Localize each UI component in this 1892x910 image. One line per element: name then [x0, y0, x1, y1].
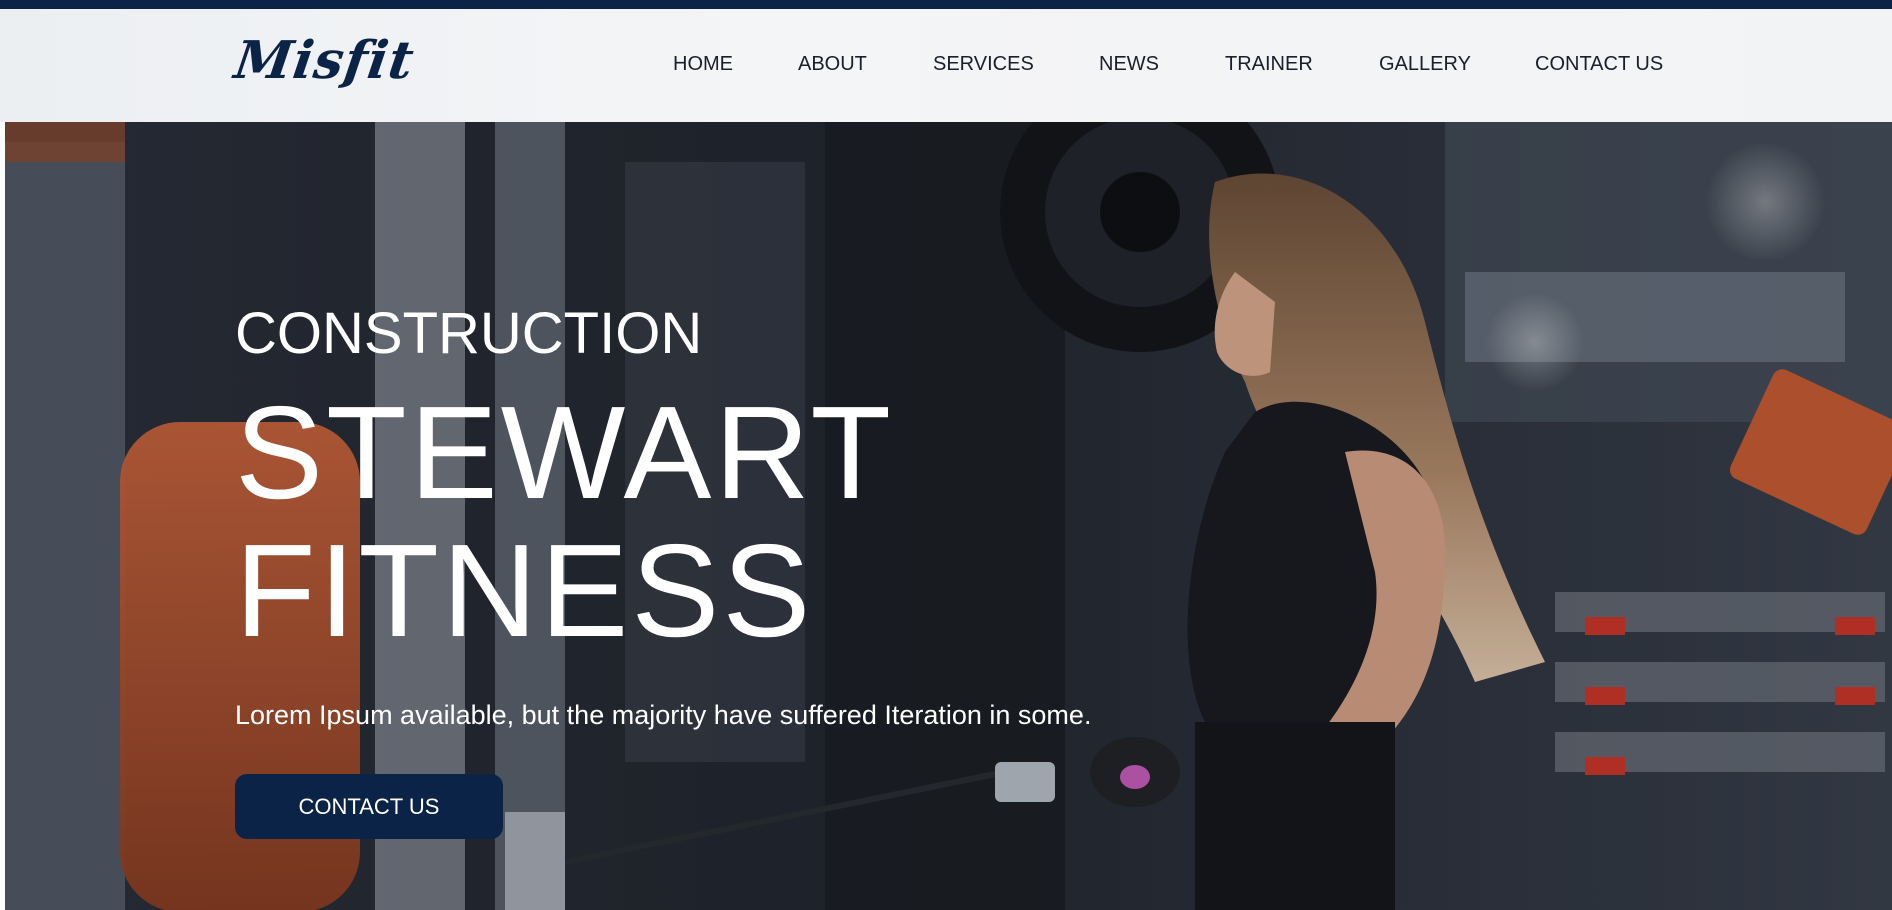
- nav-item-home[interactable]: HOME: [673, 53, 733, 76]
- nav-item-contact-us[interactable]: CONTACT US: [1535, 53, 1663, 76]
- hero-title: STEWART FITNESS: [235, 384, 894, 660]
- site-header: Misfit HOME ABOUT SERVICES NEWS TRAINER …: [0, 9, 1892, 122]
- hero-description: Lorem Ipsum available, but the majority …: [235, 700, 1092, 730]
- nav-item-services[interactable]: SERVICES: [933, 53, 1034, 76]
- main-nav: HOME ABOUT SERVICES NEWS TRAINER GALLERY…: [0, 9, 1892, 122]
- hero-banner: CONSTRUCTION STEWART FITNESS Lorem Ipsum…: [5, 122, 1892, 910]
- nav-item-trainer[interactable]: TRAINER: [1225, 53, 1313, 76]
- hero-subtitle: CONSTRUCTION: [235, 301, 703, 366]
- top-accent-bar: [0, 0, 1892, 9]
- nav-item-news[interactable]: NEWS: [1099, 53, 1159, 76]
- nav-item-gallery[interactable]: GALLERY: [1379, 53, 1471, 76]
- hero-title-line-1: STEWART: [235, 379, 895, 526]
- hero-title-line-2: FITNESS: [235, 517, 814, 664]
- contact-us-button[interactable]: CONTACT US: [235, 774, 503, 839]
- nav-item-about[interactable]: ABOUT: [798, 53, 867, 76]
